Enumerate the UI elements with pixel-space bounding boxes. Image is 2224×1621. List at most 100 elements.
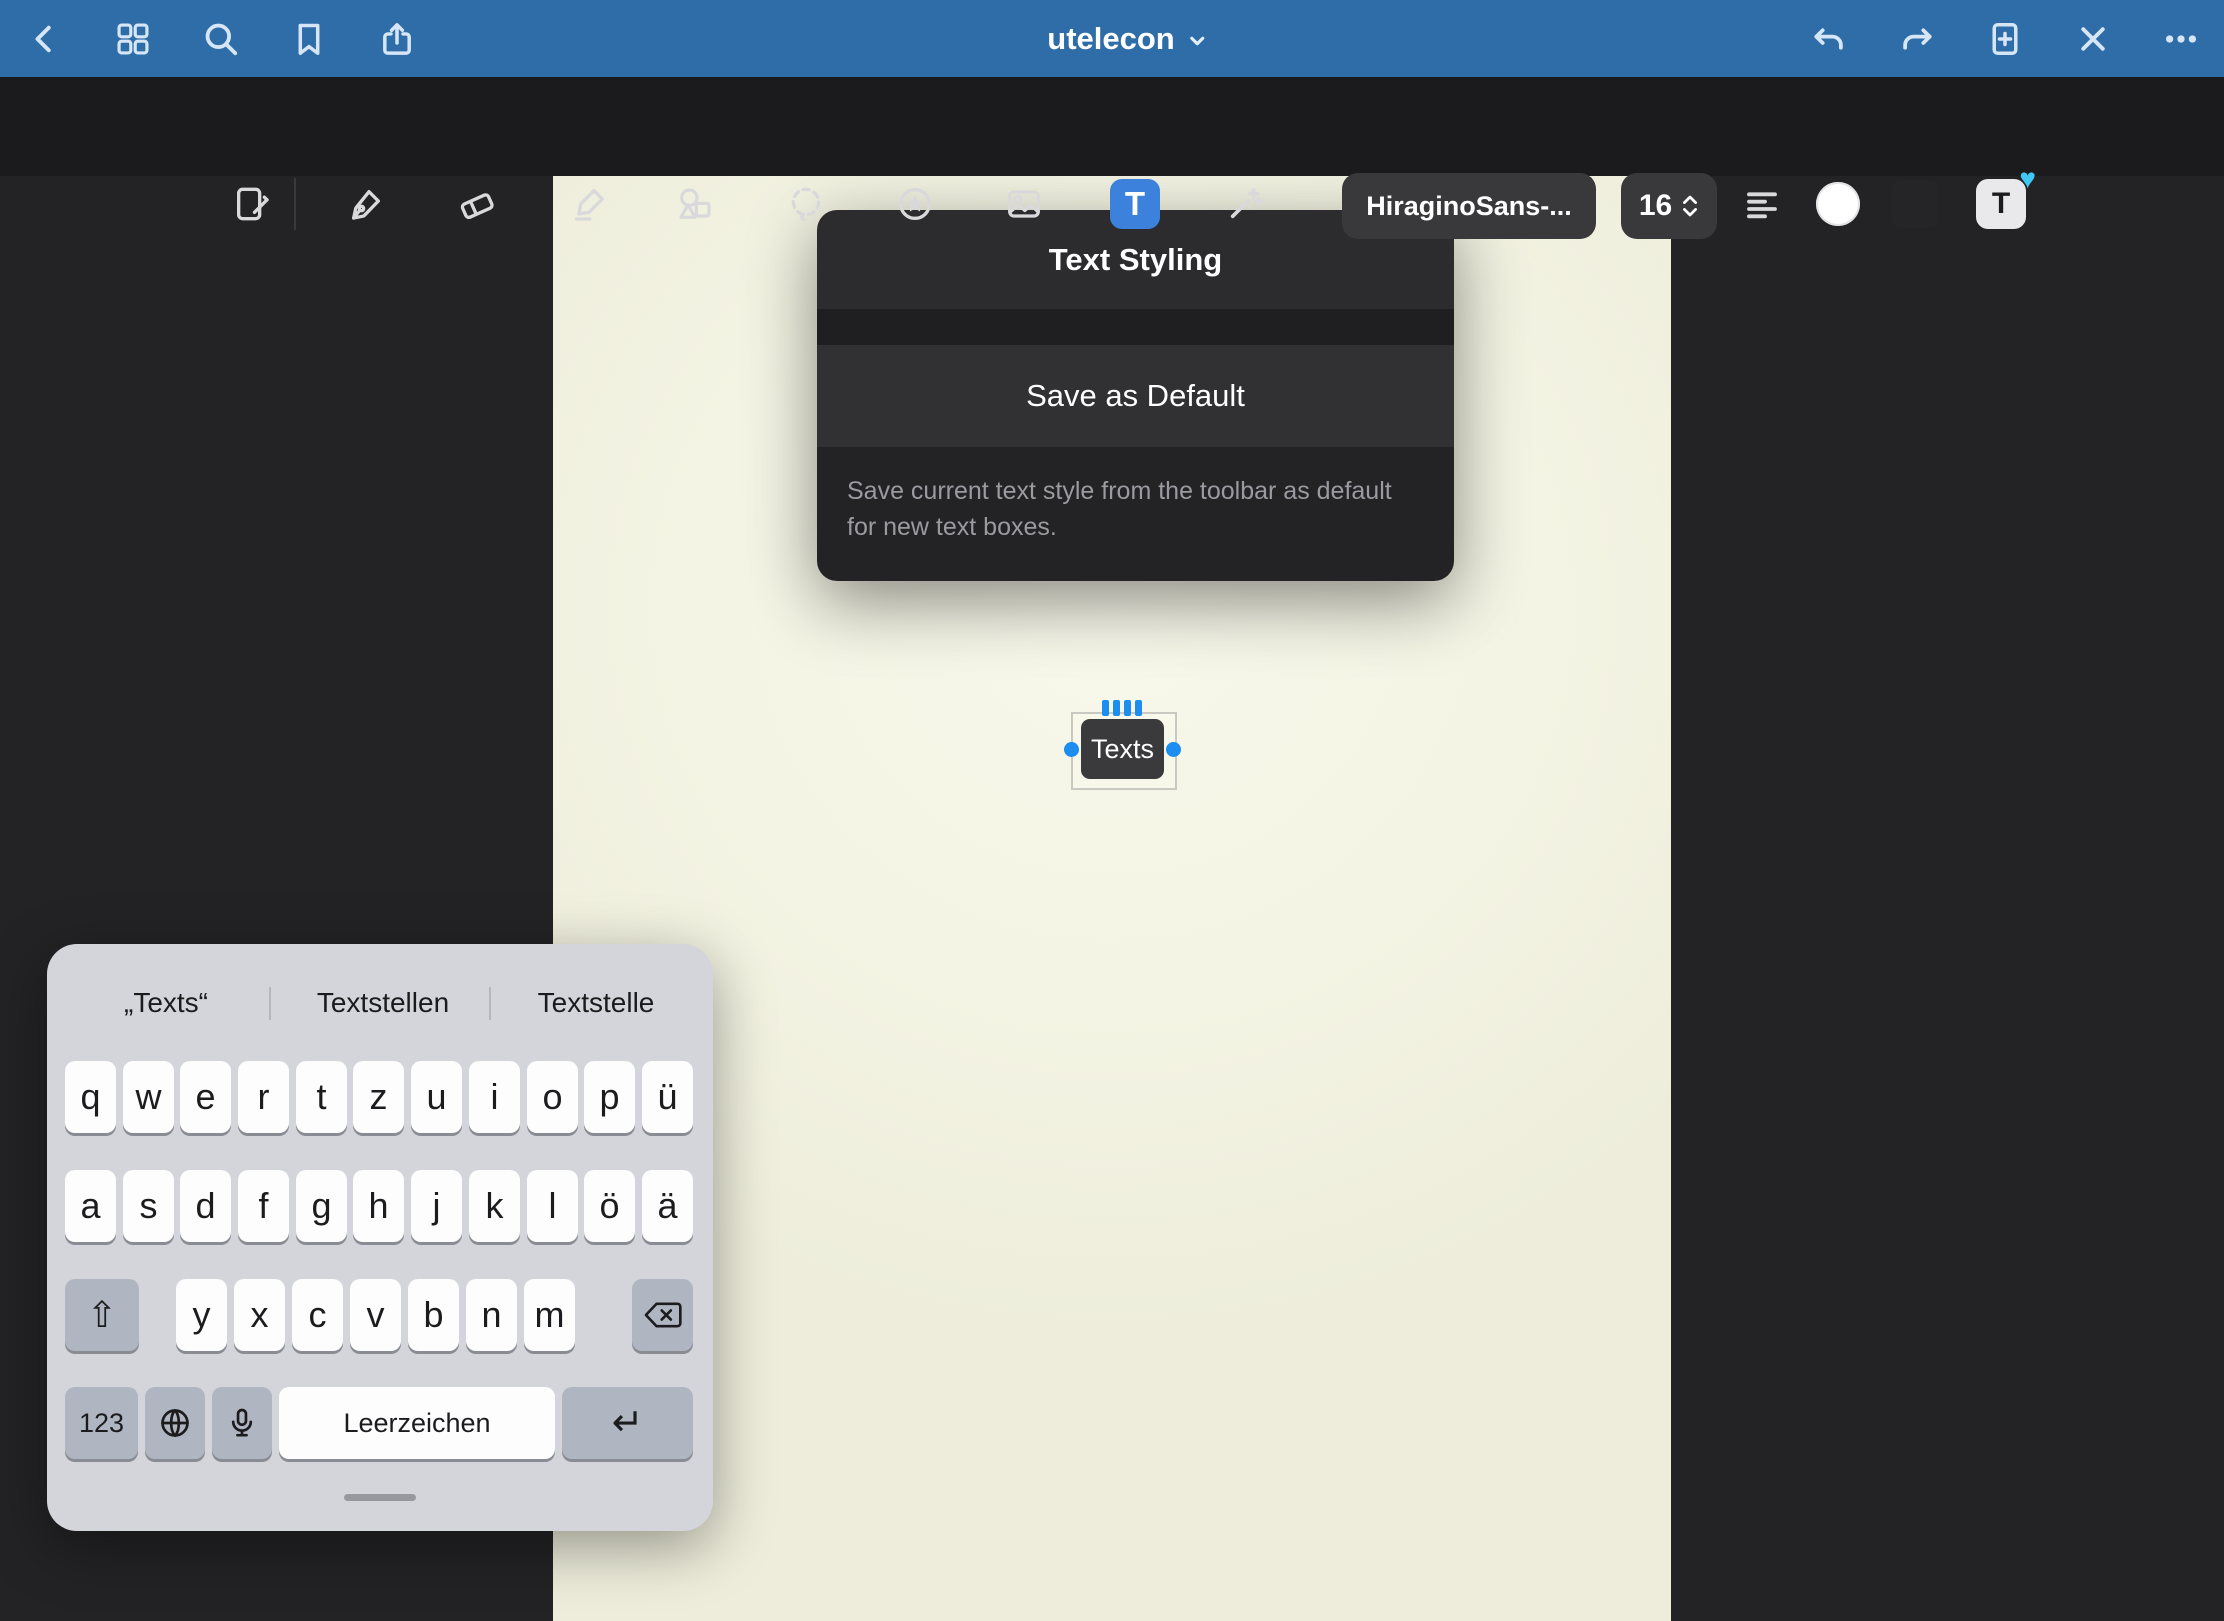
app-screen: utelecon [0,0,2224,1621]
suggestion-1[interactable]: „Texts“ [124,972,208,1034]
font-size-stepper[interactable]: 16 [1621,173,1717,239]
key-z[interactable]: z [353,1061,404,1133]
shift-key[interactable]: ⇧ [65,1279,139,1351]
shapes-tool-button[interactable] [671,180,719,228]
document-title-button[interactable]: utelecon [1047,0,1208,77]
key-j[interactable]: j [411,1170,462,1242]
key-k[interactable]: k [469,1170,520,1242]
add-page-icon [1986,20,2024,58]
back-button[interactable] [24,18,66,60]
key-h[interactable]: h [353,1170,404,1242]
pen-tool-button[interactable] [342,180,390,228]
key-s[interactable]: s [123,1170,174,1242]
key-e[interactable]: e [180,1061,231,1133]
key-ae[interactable]: ä [642,1170,693,1242]
key-i[interactable]: i [469,1061,520,1133]
key-v[interactable]: v [350,1279,401,1351]
share-icon [378,20,416,58]
key-oe[interactable]: ö [584,1170,635,1242]
suggestion-3[interactable]: Textstelle [538,972,655,1034]
top-bar-right-group [1808,0,2202,77]
redo-button[interactable] [1896,18,1938,60]
textbox-move-handle[interactable] [1102,700,1142,716]
search-button[interactable] [200,18,242,60]
key-c[interactable]: c [292,1279,343,1351]
page-edit-tool-button[interactable] [228,180,276,228]
bookmark-button[interactable] [288,18,330,60]
key-y[interactable]: y [176,1279,227,1351]
textbox-resize-handle-right[interactable] [1166,742,1181,757]
eraser-icon [457,184,497,224]
text-align-button[interactable] [1738,180,1786,228]
return-key[interactable]: ↵ [562,1387,693,1459]
bookmark-icon [290,20,328,58]
thumbnails-button[interactable] [112,18,154,60]
key-x[interactable]: x [234,1279,285,1351]
thumbnails-grid-icon [114,20,152,58]
close-button[interactable] [2072,18,2114,60]
elements-star-icon [895,184,935,224]
selected-textbox[interactable]: Texts [1081,719,1164,779]
highlighter-icon [569,184,609,224]
onscreen-keyboard: „Texts“ Textstellen Textstelle q w e r t… [47,944,713,1531]
photo-tool-button[interactable] [1000,180,1048,228]
globe-key[interactable] [145,1387,205,1459]
tool-slot-placeholder [1891,180,1939,228]
key-n[interactable]: n [466,1279,517,1351]
lasso-tool-button[interactable] [782,180,830,228]
popover-description: Save current text style from the toolbar… [817,447,1454,581]
text-color-swatch[interactable] [1816,182,1860,226]
key-b[interactable]: b [408,1279,459,1351]
key-g[interactable]: g [296,1170,347,1242]
backspace-key[interactable] [632,1279,693,1351]
font-size-value: 16 [1639,189,1672,223]
key-r[interactable]: r [238,1061,289,1133]
keyboard-drag-handle[interactable] [344,1494,416,1501]
text-styling-popover: Text Styling Save as Default Save curren… [817,210,1454,581]
tool-bar: T HiraginoSans-... 16 T ♥ [0,77,2224,176]
dictation-key[interactable] [212,1387,272,1459]
text-tool-button-selected[interactable]: T [1110,179,1160,229]
key-l[interactable]: l [527,1170,578,1242]
key-p[interactable]: p [584,1061,635,1133]
key-w[interactable]: w [123,1061,174,1133]
text-tool-glyph: T [1125,185,1145,223]
font-family-button[interactable]: HiraginoSans-... [1342,173,1596,239]
highlighter-tool-button[interactable] [565,180,613,228]
more-ellipsis-icon [2162,20,2200,58]
key-m[interactable]: m [524,1279,575,1351]
suggestion-2[interactable]: Textstellen [317,972,449,1034]
top-navigation-bar: utelecon [0,0,2224,77]
key-o[interactable]: o [527,1061,578,1133]
text-align-icon [1742,184,1782,224]
key-f[interactable]: f [238,1170,289,1242]
numbers-key[interactable]: 123 [65,1387,138,1459]
shapes-icon [675,184,715,224]
back-chevron-icon [27,21,63,57]
key-ue[interactable]: ü [642,1061,693,1133]
text-style-presets-button[interactable]: T ♥ [1976,179,2026,229]
return-icon: ↵ [612,1404,644,1442]
save-as-default-button[interactable]: Save as Default [817,345,1454,447]
add-page-button[interactable] [1984,18,2026,60]
backspace-icon [642,1299,684,1331]
key-t[interactable]: t [296,1061,347,1133]
laser-pointer-tool-button[interactable] [1221,180,1269,228]
photo-icon [1004,184,1044,224]
page-edit-icon [232,184,272,224]
undo-button[interactable] [1808,18,1850,60]
key-q[interactable]: q [65,1061,116,1133]
shift-icon: ⇧ [87,1297,117,1333]
space-key[interactable]: Leerzeichen [279,1387,555,1459]
textbox-resize-handle-left[interactable] [1064,742,1079,757]
title-chevron-down-icon [1187,30,1209,52]
share-button[interactable] [376,18,418,60]
more-button[interactable] [2160,18,2202,60]
elements-tool-button[interactable] [891,180,939,228]
document-title: utelecon [1047,21,1174,57]
eraser-tool-button[interactable] [453,180,501,228]
key-u[interactable]: u [411,1061,462,1133]
lasso-icon [786,184,826,224]
key-a[interactable]: a [65,1170,116,1242]
key-d[interactable]: d [180,1170,231,1242]
